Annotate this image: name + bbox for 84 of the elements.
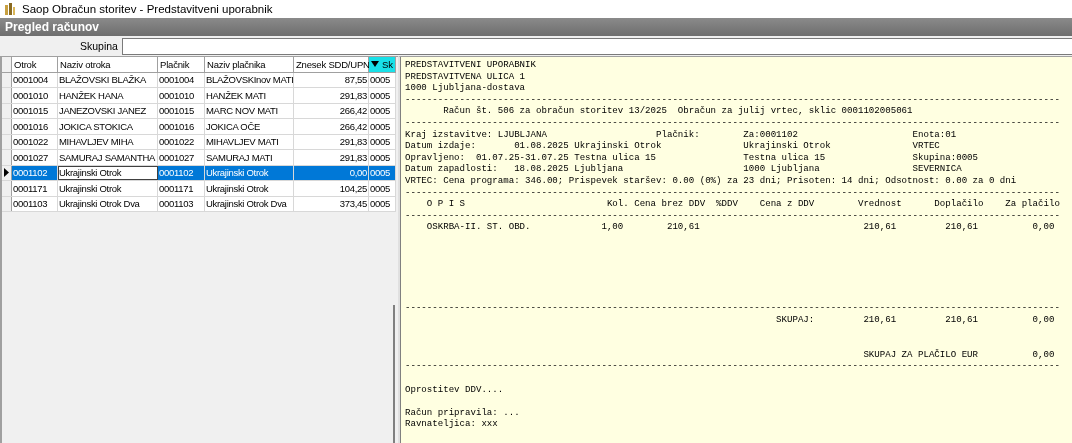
table-cell: 0001016: [158, 119, 205, 134]
dashed-rule: ------------------------------------------------------------------------------------------------------------------------: [405, 186, 1060, 199]
scrollbar[interactable]: [393, 305, 395, 443]
table-cell: Ukrajinski Otrok Dva: [205, 196, 294, 211]
dashed-rule: ------------------------------------------------------------------------------------------------------------------------: [405, 360, 1060, 373]
table-cell: 0001027: [158, 150, 205, 165]
current-row-icon: [4, 168, 9, 178]
table-cell: 291,83: [294, 134, 369, 149]
report-line: SKUPAJ: 210,61 210,61 0,00: [775, 314, 1055, 326]
report-line: 1000 Ljubljana-dostava: [405, 82, 526, 94]
table-cell: MIHAVLJEV MIHA: [58, 134, 158, 149]
table-cell: 373,45: [294, 196, 369, 211]
table-cell: HANŽEK HANA: [58, 88, 158, 103]
table-cell: 0005: [369, 72, 396, 87]
app-icon: [4, 2, 16, 16]
dashed-rule: ------------------------------------------------------------------------------------------------------------------------: [405, 93, 1060, 106]
column-header[interactable]: Otrok: [12, 57, 58, 72]
filter-field[interactable]: [121, 37, 1072, 55]
table-cell: HANŽEK MATI: [205, 88, 294, 103]
table-cell: JOKICA STOKICA: [58, 119, 158, 134]
table-cell: 0005: [369, 150, 396, 165]
table-cell: BLAŽOVSKI BLAŽKA: [58, 72, 158, 87]
table-cell: 0005: [369, 88, 396, 103]
report-line: PREDSTAVITVENA ULICA 1: [405, 70, 526, 83]
table-cell: 87,55: [294, 72, 369, 87]
table-cell: 0001171: [12, 181, 58, 196]
table-cell: 0001016: [12, 119, 58, 134]
row-indicator[interactable]: [2, 165, 12, 180]
table-cell: 0001103: [158, 196, 205, 211]
table-cell: 291,83: [294, 88, 369, 103]
table-cell: 0001022: [12, 134, 58, 149]
column-header[interactable]: Sk: [369, 57, 396, 72]
table-cell: 0005: [369, 196, 396, 211]
table-cell: 0001022: [158, 134, 205, 149]
dashed-rule: ------------------------------------------------------------------------------------------------------------------------: [405, 209, 1060, 222]
report-line: Datum zapadlosti: 18.08.2025 Ljubljana 1000 Ljubljana SEVERNICA: [405, 163, 962, 175]
table-cell: SAMURAJ MATI: [205, 150, 294, 165]
column-header[interactable]: Naziv otroka: [58, 57, 158, 72]
table-cell: 0001103: [12, 196, 58, 211]
table-cell: MARC NOV MATI: [205, 103, 294, 118]
sort-icon: [371, 61, 379, 68]
table-cell: Ukrajinski Otrok Dva: [58, 196, 158, 211]
table-cell: Ukrajinski Otrok: [205, 181, 294, 196]
table-cell: 0001015: [158, 103, 205, 118]
column-header[interactable]: Naziv plačnika: [205, 57, 294, 72]
table-cell: 0001171: [158, 181, 205, 196]
column-header[interactable]: Plačnik: [158, 57, 205, 72]
table-cell: MIHAVLJEV MATI: [205, 134, 294, 149]
report-line: Kraj izstavitve: LJUBLJANA Plačnik: Za:0001102 Enota:01: [405, 128, 957, 141]
report-line: OSKRBA-II. ST. OBD. 1,00 210,61 210,61 210,61 0,00: [425, 221, 1055, 233]
table-cell: BLAŽOVSKInov MATI: [205, 72, 294, 87]
report-line: Račun št. 506 za obračun storitev 13/2025 Obračun za julij vrtec, sklic 0001102005061: [442, 105, 913, 117]
table-cell: 0001010: [12, 88, 58, 103]
dashed-rule: ------------------------------------------------------------------------------------------------------------------------: [405, 116, 1060, 129]
table-cell: Ukrajinski Otrok: [58, 181, 158, 196]
panel-header: Pregled računov: [0, 18, 1072, 36]
table-cell: 0001015: [12, 103, 58, 118]
table-cell: 0001004: [12, 72, 58, 87]
dashed-rule: ------------------------------------------------------------------------------------------------------------------------: [405, 302, 1060, 315]
report-line: Opravljeno: 01.07.25-31.07.25 Testna ulica 15 Testna ulica 15 Skupina:0005: [405, 151, 978, 164]
table-cell: 266,42: [294, 119, 369, 134]
report-line: Račun pripravila: ...: [405, 406, 520, 419]
table-cell: 0005: [369, 134, 396, 149]
report-line: Datum izdaje: 01.08.2025 Ukrajinski Otrok Ukrajinski Otrok VRTEC: [405, 140, 940, 152]
table-cell: 0001027: [12, 150, 58, 165]
report-line: Oprostitev DDV....: [405, 383, 504, 396]
report-line: Ravnateljica: xxx: [405, 418, 498, 430]
table-cell: 0005: [369, 119, 396, 134]
table-cell: JANEZOVSKI JANEZ: [58, 103, 158, 118]
filter-label: Skupina: [80, 40, 118, 52]
table-cell: SAMURAJ SAMANTHA: [58, 150, 158, 165]
report-line: VRTEC: Cena programa: 346.00; Prispevek staršev: 0.00 (0%) za 23 dni; Prisoten: 14 dni; Odsotnost: 0.00 za 0 dni: [405, 174, 1017, 187]
table-cell: 0005: [369, 103, 396, 118]
table-cell: 0005: [369, 181, 396, 196]
report-line: O P I S Kol. Cena brez DDV %DDV Cena z DDV Vrednost Doplačilo Za plačilo: [425, 198, 1060, 210]
window-title: Saop Obračun storitev - Predstavitveni uporabnik: [22, 3, 273, 15]
table-cell: JOKICA OČE: [205, 119, 294, 134]
table-cell: 291,83: [294, 150, 369, 165]
table-cell: 0001010: [158, 88, 205, 103]
report-line: PREDSTAVITVENI UPORABNIK: [405, 59, 536, 71]
table-cell: 266,42: [294, 103, 369, 118]
table-cell: 104,25: [294, 181, 369, 196]
report-line: SKUPAJ ZA PLAČILO EUR 0,00: [862, 348, 1055, 361]
table-cell: 0001004: [158, 72, 205, 87]
